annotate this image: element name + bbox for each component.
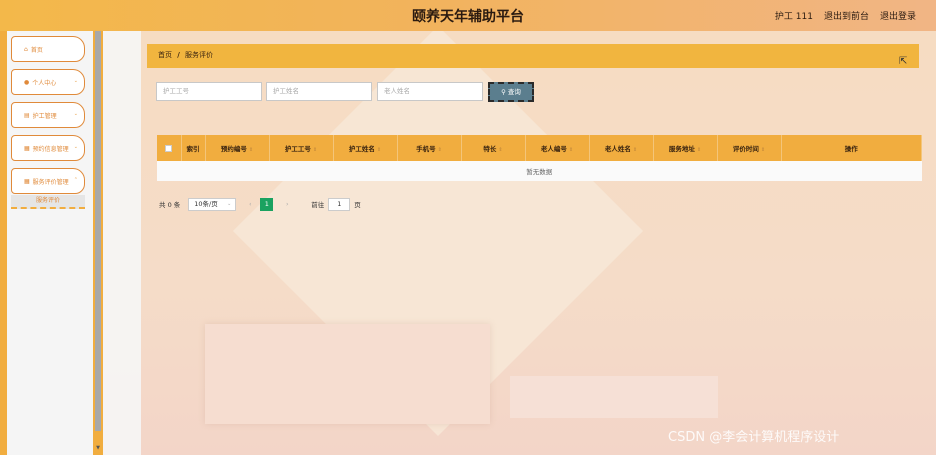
prev-page-button[interactable]: ‹ bbox=[244, 200, 256, 208]
worker-icon: ▤ bbox=[24, 111, 30, 119]
grid-icon: ▦ bbox=[24, 177, 30, 185]
column-header[interactable]: 手机号 ⇕ bbox=[397, 135, 462, 161]
content-left-strip bbox=[103, 31, 141, 455]
chevron-down-icon: ⌄ bbox=[227, 200, 232, 207]
breadcrumb-home[interactable]: 首页 bbox=[158, 51, 172, 59]
worker-id-input[interactable]: 护工工号 bbox=[156, 82, 262, 101]
background-block bbox=[510, 376, 718, 418]
next-page-button[interactable]: › bbox=[281, 200, 293, 208]
top-header: 颐养天年辅助平台 护工 111 退出到前台 退出登录 bbox=[0, 0, 936, 31]
column-header[interactable]: 预约编号 ⇕ bbox=[205, 135, 270, 161]
search-icon: ⚲ bbox=[501, 88, 506, 96]
chevron-up-icon: ⌃ bbox=[73, 177, 78, 183]
sort-icon: ⇕ bbox=[498, 147, 503, 153]
sort-icon: ⇕ bbox=[376, 147, 382, 153]
calendar-icon: ▦ bbox=[24, 144, 30, 152]
mouse-cursor-icon: ⇱ bbox=[899, 56, 908, 67]
sidebar: ▼ ⌂ 首页 ● 个人中心 ⌄ ▤ 护工管理 ⌄ ▦ 预约信息管理 ⌄ ▦ 服务… bbox=[0, 31, 103, 455]
column-header[interactable]: 老人编号 ⇕ bbox=[525, 135, 590, 161]
goto-unit: 页 bbox=[354, 201, 361, 209]
sidebar-item-label: 服务评价管理 bbox=[32, 178, 69, 186]
goto-page-input[interactable]: 1 bbox=[328, 197, 351, 211]
exit-to-front-link[interactable]: 退出到前台 bbox=[824, 9, 869, 22]
total-count: 共 0 条 bbox=[159, 201, 181, 209]
column-header: 操作 bbox=[781, 135, 922, 161]
column-header[interactable]: 老人姓名 ⇕ bbox=[589, 135, 654, 161]
sort-icon: ⇕ bbox=[248, 147, 254, 153]
search-button[interactable]: ⚲ 查询 bbox=[488, 82, 534, 102]
sidebar-item-worker[interactable]: ▤ 护工管理 ⌄ bbox=[11, 102, 85, 128]
sidebar-scrollbar[interactable] bbox=[95, 31, 101, 431]
sidebar-subitem-review[interactable]: 服务评价 bbox=[11, 195, 85, 209]
pagination: 共 0 条 10条/页 ⌄ ‹ 1 › 前往 1 页 bbox=[159, 197, 361, 211]
sort-icon: ⇕ bbox=[760, 147, 766, 153]
sidebar-item-review[interactable]: ▦ 服务评价管理 ⌃ bbox=[11, 168, 85, 194]
column-header[interactable]: 评价时间 ⇕ bbox=[717, 135, 782, 161]
header-links: 护工 111 退出到前台 退出登录 bbox=[775, 9, 916, 22]
table-row: 暂无数据 bbox=[157, 161, 922, 181]
column-header[interactable]: 护工工号 ⇕ bbox=[269, 135, 334, 161]
sort-icon: ⇕ bbox=[632, 147, 638, 153]
column-header[interactable]: 服务地址 ⇕ bbox=[653, 135, 718, 161]
empty-table-text: 暂无数据 bbox=[157, 161, 922, 181]
sort-icon: ⇕ bbox=[696, 147, 702, 153]
column-header[interactable]: 特长 ⇕ bbox=[461, 135, 526, 161]
user-icon: ● bbox=[24, 78, 30, 86]
chevron-down-icon: ⌄ bbox=[73, 111, 78, 117]
column-header[interactable]: 护工姓名 ⇕ bbox=[333, 135, 398, 161]
sidebar-item-label: 个人中心 bbox=[32, 79, 57, 87]
chevron-down-icon: ⌄ bbox=[73, 78, 78, 84]
sidebar-item-profile[interactable]: ● 个人中心 ⌄ bbox=[11, 69, 85, 95]
breadcrumb-current: 服务评价 bbox=[185, 51, 214, 59]
page-size-select[interactable]: 10条/页 ⌄ bbox=[188, 197, 237, 211]
logout-link[interactable]: 退出登录 bbox=[880, 9, 916, 22]
user-label[interactable]: 护工 111 bbox=[775, 9, 813, 22]
home-icon: ⌂ bbox=[24, 45, 28, 53]
page-number-current[interactable]: 1 bbox=[260, 197, 274, 211]
column-header: 索引 bbox=[181, 135, 206, 161]
sidebar-item-home[interactable]: ⌂ 首页 bbox=[11, 36, 85, 62]
elder-name-input[interactable]: 老人姓名 bbox=[377, 82, 483, 101]
breadcrumb-separator: / bbox=[177, 51, 180, 59]
background-block bbox=[205, 324, 490, 424]
sidebar-item-appointment[interactable]: ▦ 预约信息管理 ⌄ bbox=[11, 135, 85, 161]
chevron-down-icon: ⌄ bbox=[73, 144, 78, 150]
sidebar-item-label: 预约信息管理 bbox=[32, 145, 69, 153]
sort-icon: ⇕ bbox=[437, 147, 442, 153]
sidebar-item-label: 首页 bbox=[30, 46, 43, 54]
table-header-row: 索引 预约编号 ⇕ 护工工号 ⇕ 护工姓名 ⇕ 手机号 ⇕ 特长 ⇕ 老人编号 ⇕ 老人姓名… bbox=[157, 135, 922, 161]
breadcrumb: 首页 / 服务评价 bbox=[147, 44, 919, 68]
worker-name-input[interactable]: 护工姓名 bbox=[266, 82, 372, 101]
sort-icon: ⇕ bbox=[312, 147, 318, 153]
goto-label: 前往 bbox=[311, 201, 325, 209]
search-button-label: 查询 bbox=[507, 88, 521, 96]
review-table: 索引 预约编号 ⇕ 护工工号 ⇕ 护工姓名 ⇕ 手机号 ⇕ 特长 ⇕ 老人编号 ⇕ 老人姓名… bbox=[157, 135, 922, 181]
sort-icon: ⇕ bbox=[568, 147, 574, 153]
watermark-text: CSDN @李会计算机程序设计 bbox=[668, 430, 840, 445]
sidebar-item-label: 护工管理 bbox=[32, 112, 57, 120]
select-all-checkbox[interactable] bbox=[157, 135, 182, 161]
scroll-down-icon[interactable]: ▼ bbox=[95, 445, 101, 451]
